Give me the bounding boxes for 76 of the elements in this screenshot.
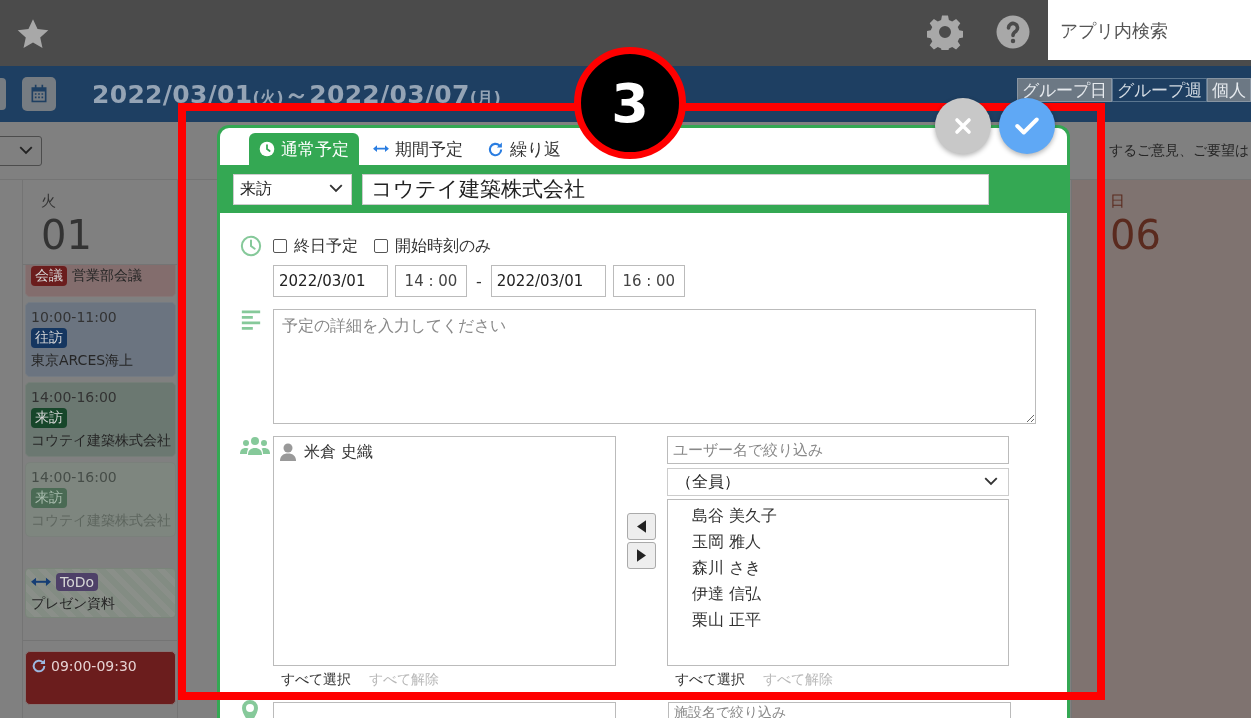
facility-field[interactable] [273,702,616,718]
member-item[interactable]: 米倉 史織 [280,441,378,463]
search-field[interactable]: アプリ内検索 [1048,0,1251,60]
remove-button[interactable] [627,542,656,569]
event-card[interactable]: 10:00-11:00 往訪 東京ARCES海上 [25,302,176,377]
category-tag: 会議 [31,266,67,286]
facility-filter-field[interactable]: 施設名で絞り込み [668,702,1011,718]
checkbox[interactable] [374,239,388,253]
user-item[interactable]: 栗山 正平 [668,607,762,633]
event-time: 10:00-11:00 [31,309,118,325]
view-tab[interactable]: グループ日 [1017,78,1112,102]
user-item[interactable]: 玉岡 雅人 [668,529,762,555]
event-card[interactable]: 14:00-16:00 来訪 コウテイ建築株式会社 [25,382,176,457]
user-filter-field[interactable]: ユーザー名で絞り込み [667,436,1009,464]
category-tag: 往訪 [31,328,67,348]
user-list[interactable]: 島谷 美久子 玉岡 雅人 森川 さき 伊達 信弘 栗山 正平 [667,499,1009,666]
weekday-label: 日 [1110,192,1126,211]
users-icon [240,436,270,456]
date-number: 01 [41,213,93,257]
date-number: 06 [1110,213,1162,257]
clock-icon [259,141,275,157]
person-icon [280,443,296,461]
help-icon[interactable] [995,14,1031,50]
view-tab[interactable]: 個人 [1207,78,1251,102]
repeat-icon [487,140,504,158]
event-time: 14:00-16:00 [31,469,118,485]
calendar-button[interactable] [22,77,56,111]
end-date-field[interactable]: 2022/03/01 [490,265,606,297]
settings-icon[interactable] [927,14,963,50]
todo-tag: ToDo [56,573,99,591]
left-triangle-icon [637,520,646,533]
check-icon [1014,115,1040,137]
category-tag: 来訪 [31,408,67,428]
user-item[interactable]: 伊達 信弘 [668,581,762,607]
todo-title: プレゼン資料 [31,595,115,613]
details-field[interactable]: 予定の詳細を入力してください [273,309,1036,424]
title-field[interactable]: コウテイ建築株式会社 [362,173,989,205]
category-select[interactable]: 来訪 [233,173,352,205]
close-icon [953,116,973,136]
weekday-label: 火 [41,192,57,211]
location-pin-icon [240,700,260,718]
right-triangle-icon [637,549,646,562]
event-title: コウテイ建築株式会社 [31,432,171,450]
range-dash: - [475,271,483,291]
view-tab[interactable]: グループ週 [1112,78,1207,102]
double-arrow-icon [31,576,51,588]
category-tag: 来訪 [31,488,67,508]
event-time: 09:00-09:30 [51,658,137,674]
event-card[interactable]: 会議 営業部会議 [25,265,176,297]
user-item[interactable]: 森川 さき [668,555,762,581]
event-title: 営業部会議 [72,267,142,285]
select-link[interactable]: すべて選択 [281,670,351,688]
start-time-field[interactable]: 14 : 00 [395,265,467,297]
todo-bar[interactable]: ToDo プレゼン資料 [25,568,176,618]
double-arrow-icon [373,144,389,154]
chevron-icon [19,145,33,156]
clock-icon [240,235,262,257]
calendar-icon [29,84,49,104]
event-time: 14:00-16:00 [31,389,118,405]
details-icon [240,309,262,331]
group-select[interactable]: （全員） [667,468,1009,496]
start-date-field[interactable]: 2022/03/01 [273,265,388,297]
select-link[interactable]: すべて選択 [675,670,745,688]
checkbox-label: 開始時刻のみ [395,235,491,257]
add-button[interactable] [627,513,656,540]
checkbox[interactable] [273,239,287,253]
repeat-icon [31,658,47,674]
end-time-field[interactable]: 16 : 00 [612,265,685,297]
member-list[interactable]: 米倉 史織 [273,436,616,666]
event-card[interactable]: 09:00-09:30 [25,651,176,705]
chevron-icon [329,184,343,194]
checkbox-label: 終日予定 [294,235,358,257]
user-item[interactable]: 島谷 美久子 [668,503,778,529]
notice-text: するご意見、ご要望は [1109,141,1249,160]
chevron-icon [984,477,998,487]
event-title: 東京ARCES海上 [31,352,134,370]
